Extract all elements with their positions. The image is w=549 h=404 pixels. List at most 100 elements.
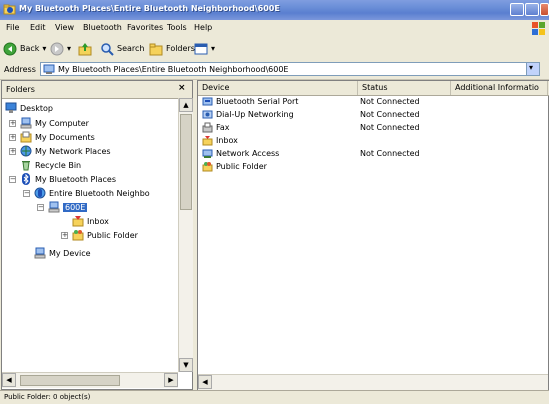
tree-item-public-folder[interactable]: Public Folder	[72, 228, 138, 242]
scroll-up-icon[interactable]: ▲	[179, 98, 193, 112]
menu-bluetooth[interactable]: Bluetooth	[83, 23, 122, 32]
device-status: Not Connected	[360, 149, 420, 158]
forward-arrow-icon	[50, 42, 64, 55]
chevron-down-icon: ▾	[211, 44, 216, 53]
up-folder-button[interactable]	[78, 41, 95, 56]
tree-item-my-computer[interactable]: My Computer	[20, 116, 89, 130]
list-item[interactable]: Bluetooth Serial Port Not Connected	[198, 96, 549, 109]
tree-item-my-network-places[interactable]: My Network Places	[20, 144, 111, 158]
expand-icon[interactable]: +	[9, 134, 16, 141]
computer-icon	[48, 201, 60, 213]
close-icon[interactable]: ×	[178, 83, 186, 93]
tree-label: Entire Bluetooth Neighbo	[49, 188, 150, 198]
back-label: Back	[20, 44, 40, 53]
menu-bar: File Edit View Bluetooth Favorites Tools…	[0, 20, 549, 38]
expand-icon[interactable]: +	[61, 232, 68, 239]
list-item[interactable]: Fax Not Connected	[198, 122, 549, 135]
title-bar[interactable]: My Bluetooth Places\Entire Bluetooth Nei…	[0, 0, 549, 20]
column-header-status[interactable]: Status	[358, 81, 451, 95]
collapse-icon[interactable]: −	[23, 190, 30, 197]
address-label: Address	[4, 65, 36, 74]
scroll-down-icon[interactable]: ▼	[179, 358, 193, 372]
public-folder-icon	[72, 230, 84, 241]
tree-item-desktop[interactable]: Desktop	[5, 101, 53, 115]
collapse-icon[interactable]: −	[9, 176, 16, 183]
back-arrow-icon	[3, 42, 17, 55]
chevron-down-icon: ▾	[67, 44, 72, 53]
tree-item-entire-bluetooth-neighborhood[interactable]: Entire Bluetooth Neighbo	[34, 186, 150, 200]
menu-file[interactable]: File	[6, 23, 19, 32]
bluetooth-icon	[22, 173, 30, 185]
maximize-button[interactable]	[525, 3, 539, 16]
tree-label: My Documents	[35, 132, 95, 142]
scroll-thumb[interactable]	[20, 375, 120, 386]
address-value: My Bluetooth Places\Entire Bluetooth Nei…	[58, 65, 289, 74]
public-folder-icon	[202, 162, 213, 172]
recycle-bin-icon	[22, 161, 30, 171]
folders-vertical-scrollbar[interactable]: ▲ ▼	[178, 98, 193, 372]
inbox-icon	[72, 216, 84, 227]
list-item[interactable]: Dial-Up Networking Not Connected	[198, 109, 549, 122]
window-title: My Bluetooth Places\Entire Bluetooth Nei…	[19, 4, 280, 13]
details-horizontal-scrollbar[interactable]: ◀	[198, 374, 548, 390]
computer-icon	[20, 117, 32, 129]
device-name: Bluetooth Serial Port	[216, 97, 299, 106]
scroll-right-icon[interactable]: ▶	[164, 373, 178, 387]
scroll-thumb[interactable]	[180, 114, 192, 210]
toolbar: Back ▾ ▾ Search Folders ▾	[0, 37, 549, 61]
search-button[interactable]: Search	[100, 41, 144, 56]
device-name: Inbox	[216, 136, 238, 145]
address-input[interactable]: My Bluetooth Places\Entire Bluetooth Nei…	[40, 62, 540, 76]
address-dropdown-button[interactable]: ▾	[526, 63, 539, 75]
desktop-icon	[5, 102, 17, 113]
tree-item-my-documents[interactable]: My Documents	[20, 130, 95, 144]
windows-logo-icon	[532, 22, 545, 35]
expand-icon[interactable]: +	[9, 148, 16, 155]
tree-item-my-device[interactable]: My Device	[34, 246, 91, 260]
menu-favorites[interactable]: Favorites	[127, 23, 163, 32]
tree-item-my-bluetooth-places[interactable]: My Bluetooth Places	[20, 172, 116, 186]
folders-label: Folders	[166, 44, 195, 53]
tree-item-inbox[interactable]: Inbox	[72, 214, 109, 228]
scroll-left-icon[interactable]: ◀	[198, 375, 212, 389]
inbox-icon	[202, 136, 213, 146]
chevron-down-icon: ▾	[42, 44, 47, 53]
scroll-left-icon[interactable]: ◀	[2, 373, 16, 387]
search-label: Search	[117, 44, 145, 53]
views-button[interactable]: ▾	[194, 41, 215, 56]
tree-item-600e[interactable]: 600E	[48, 200, 88, 214]
fax-icon	[202, 122, 213, 133]
folders-horizontal-scrollbar[interactable]: ◀ ▶	[2, 372, 178, 388]
menu-edit[interactable]: Edit	[30, 23, 46, 32]
list-item[interactable]: Inbox	[198, 135, 549, 148]
collapse-icon[interactable]: −	[37, 204, 44, 211]
tree-label: My Computer	[35, 118, 89, 128]
folders-button[interactable]: Folders	[149, 41, 195, 56]
tree-item-recycle-bin[interactable]: Recycle Bin	[20, 158, 81, 172]
expand-icon[interactable]: +	[9, 120, 16, 127]
tree-label-selected: 600E	[63, 202, 88, 212]
bluetooth-folder-icon	[3, 4, 16, 15]
close-button[interactable]	[540, 3, 549, 16]
list-item[interactable]: Public Folder	[198, 161, 549, 174]
bluetooth-neighborhood-icon	[34, 187, 46, 199]
column-headers: Device Status Additional Informatio	[198, 81, 549, 96]
column-header-additional-information[interactable]: Additional Informatio	[451, 81, 548, 95]
status-bar: Public Folder: 0 object(s)	[0, 390, 549, 404]
forward-button[interactable]: ▾	[50, 41, 71, 56]
documents-icon	[20, 131, 32, 143]
list-item[interactable]: Network Access Not Connected	[198, 148, 549, 161]
status-text: Public Folder: 0 object(s)	[4, 393, 91, 401]
menu-view[interactable]: View	[55, 23, 74, 32]
dialup-icon	[202, 110, 213, 119]
column-header-device[interactable]: Device	[198, 81, 358, 95]
folders-header: Folders ×	[2, 81, 192, 99]
minimize-button[interactable]	[510, 3, 524, 16]
device-icon	[34, 247, 46, 259]
tree-label: Recycle Bin	[35, 160, 82, 170]
menu-help[interactable]: Help	[194, 23, 212, 32]
menu-tools[interactable]: Tools	[167, 23, 187, 32]
back-button[interactable]: Back ▾	[3, 41, 46, 56]
device-status: Not Connected	[360, 123, 420, 132]
device-status: Not Connected	[360, 97, 420, 106]
